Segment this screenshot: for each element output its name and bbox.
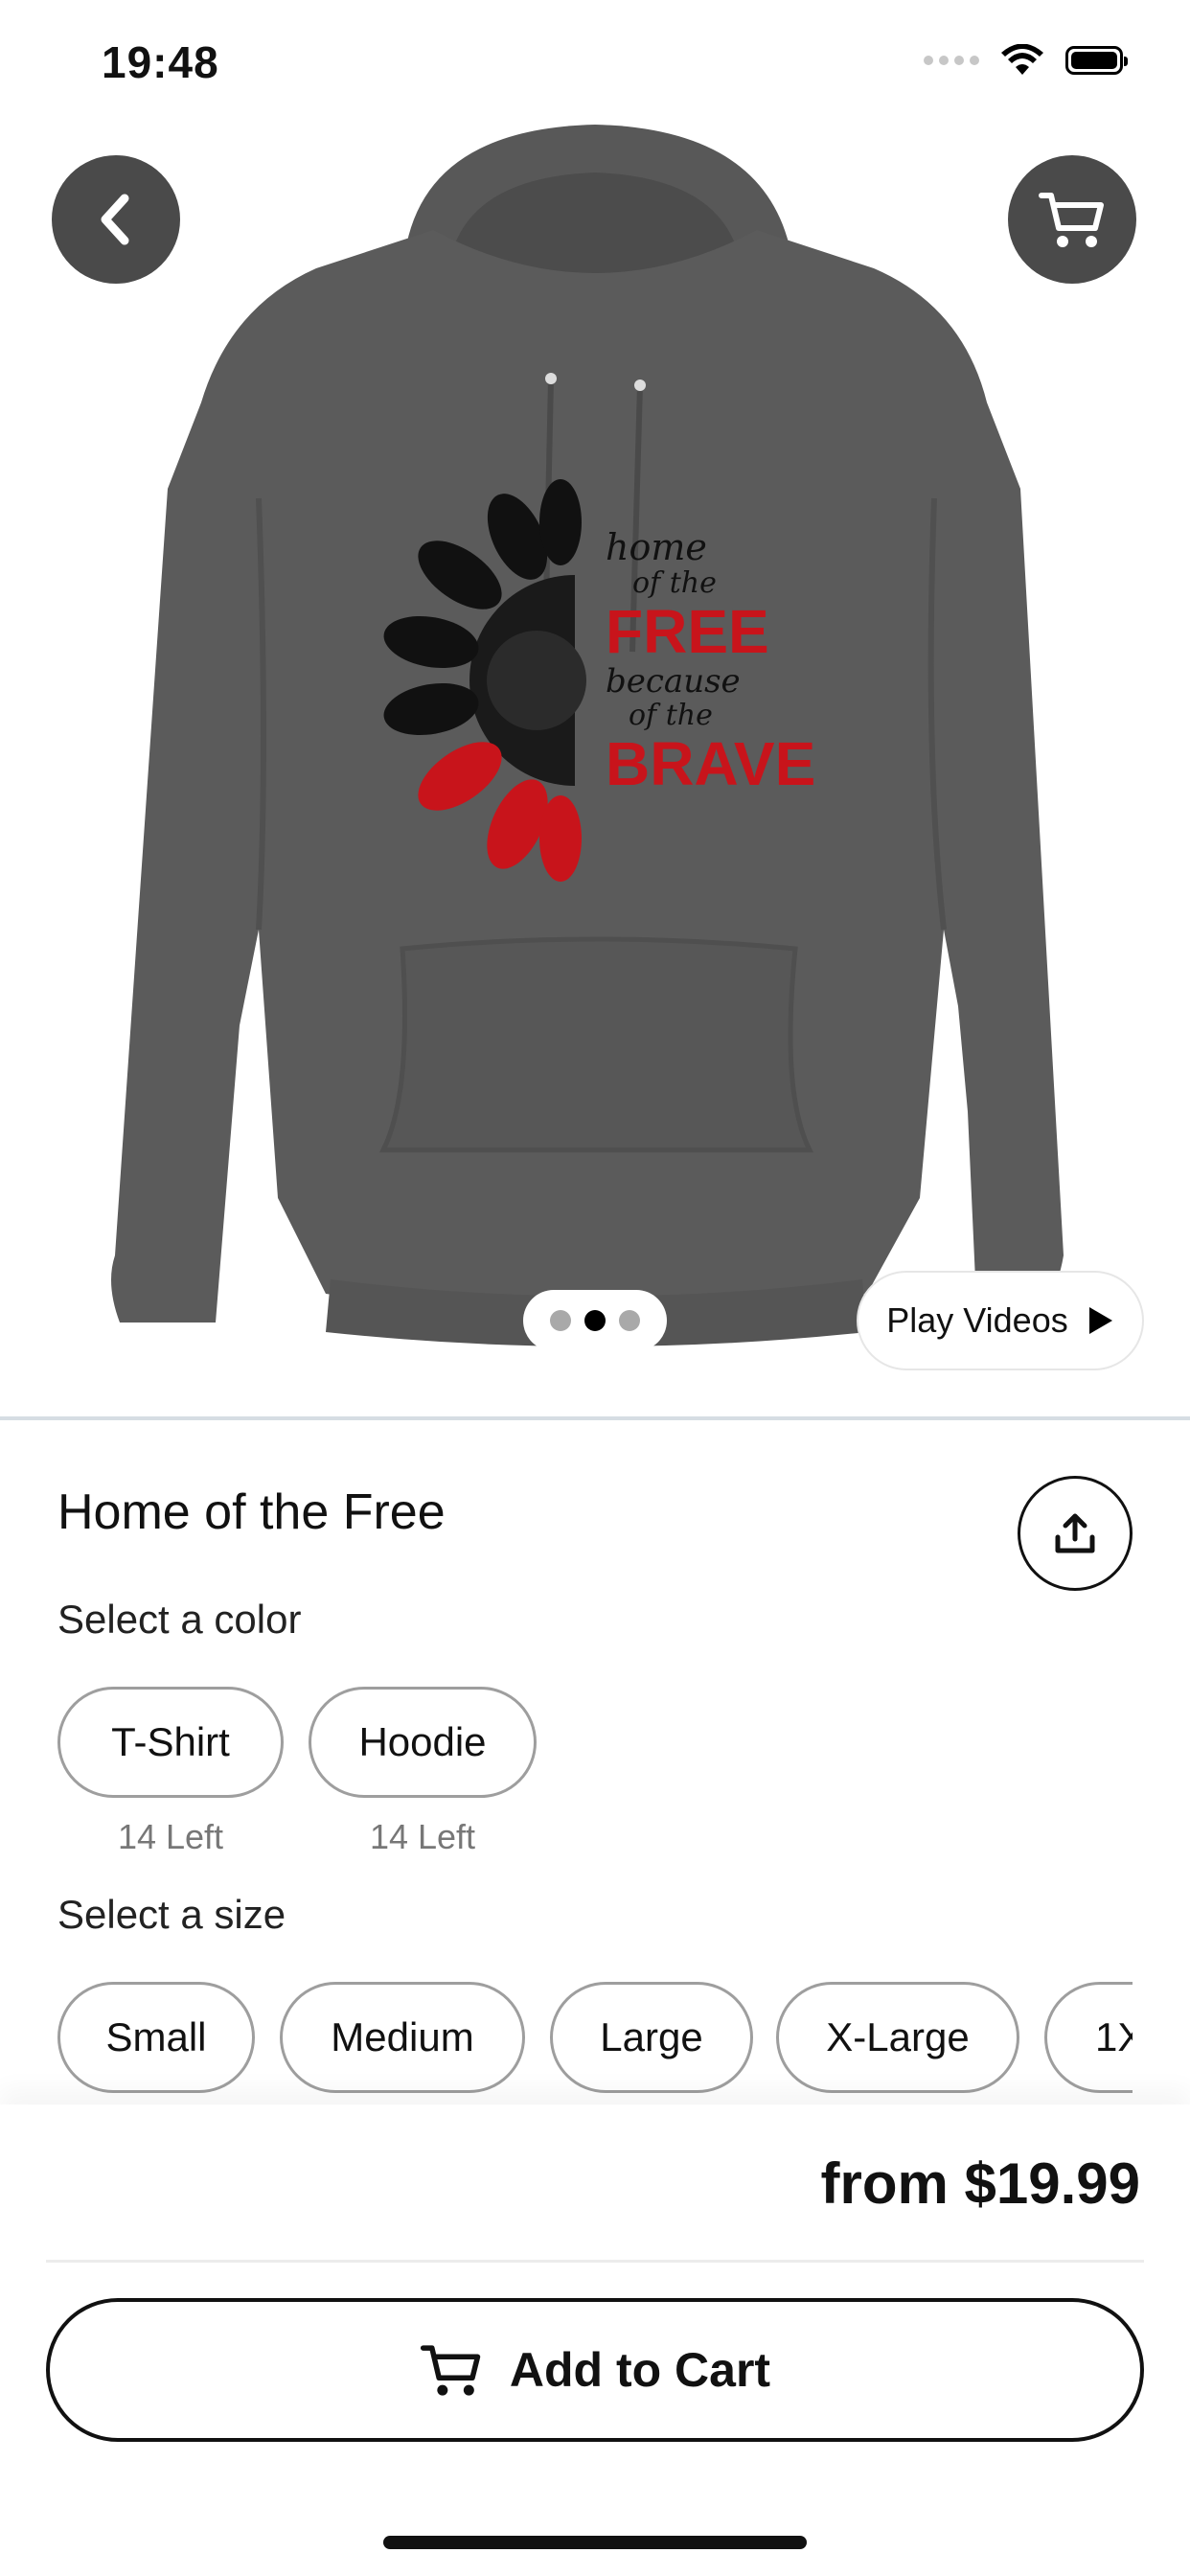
graphic-text-line: BRAVE <box>606 729 816 798</box>
size-options-row[interactable]: Small Medium Large X-Large 1X <box>57 1982 1133 2097</box>
stock-note: 14 Left <box>117 1817 224 1856</box>
product-title: Home of the Free <box>57 1484 446 1540</box>
image-pager[interactable] <box>523 1290 667 1351</box>
hoodie-illustration <box>111 125 1064 1346</box>
graphic-text-line: home <box>606 526 707 568</box>
status-time: 19:48 <box>102 37 219 87</box>
color-option-tshirt[interactable]: T-Shirt <box>57 1687 284 1798</box>
add-to-cart-label: Add to Cart <box>509 2343 771 2397</box>
pager-dot[interactable] <box>550 1310 571 1331</box>
color-option-hoodie[interactable]: Hoodie <box>309 1687 537 1798</box>
back-icon <box>101 194 129 245</box>
share-button[interactable] <box>1018 1476 1133 1591</box>
select-size-label: Select a size <box>57 1892 286 1937</box>
add-to-cart-button[interactable]: Add to Cart <box>46 2298 1144 2442</box>
select-color-label: Select a color <box>57 1597 302 1642</box>
play-icon <box>1088 1307 1112 1334</box>
size-option-small[interactable]: Small <box>57 1982 255 2093</box>
back-button[interactable] <box>52 155 180 284</box>
status-icons <box>924 44 1128 77</box>
share-icon <box>1055 1513 1095 1553</box>
product-image[interactable]: home of the FREE because of the BRAVE <box>0 86 1190 1418</box>
graphic-text-line: FREE <box>606 597 769 666</box>
size-option-medium[interactable]: Medium <box>280 1982 525 2093</box>
wifi-icon <box>1001 44 1043 75</box>
size-option-xlarge[interactable]: X-Large <box>776 1982 1019 2093</box>
size-option-large[interactable]: Large <box>550 1982 753 2093</box>
stock-note: 14 Left <box>369 1817 476 1856</box>
play-videos-label: Play Videos <box>886 1300 1068 1340</box>
price-divider <box>46 2260 1144 2263</box>
size-option-1x[interactable]: 1X <box>1044 1982 1133 2093</box>
play-videos-button[interactable]: Play Videos <box>857 1271 1144 1370</box>
pager-dot[interactable] <box>619 1310 640 1331</box>
pager-dot-active[interactable] <box>584 1310 606 1331</box>
battery-icon <box>1065 46 1128 75</box>
graphic-text: home of the FREE because of the BRAVE <box>606 526 816 910</box>
signal-icon <box>924 56 979 65</box>
cart-button[interactable] <box>1008 155 1136 284</box>
graphic-text-line: because <box>606 662 741 701</box>
hero-divider <box>0 1416 1190 1420</box>
cart-icon <box>420 2345 481 2396</box>
graphic-text-line: of the <box>629 699 713 732</box>
price: from $19.99 <box>820 2151 1140 2216</box>
graphic-text-line: of the <box>632 566 717 600</box>
cart-icon <box>1039 193 1104 247</box>
home-indicator[interactable] <box>383 2536 807 2549</box>
